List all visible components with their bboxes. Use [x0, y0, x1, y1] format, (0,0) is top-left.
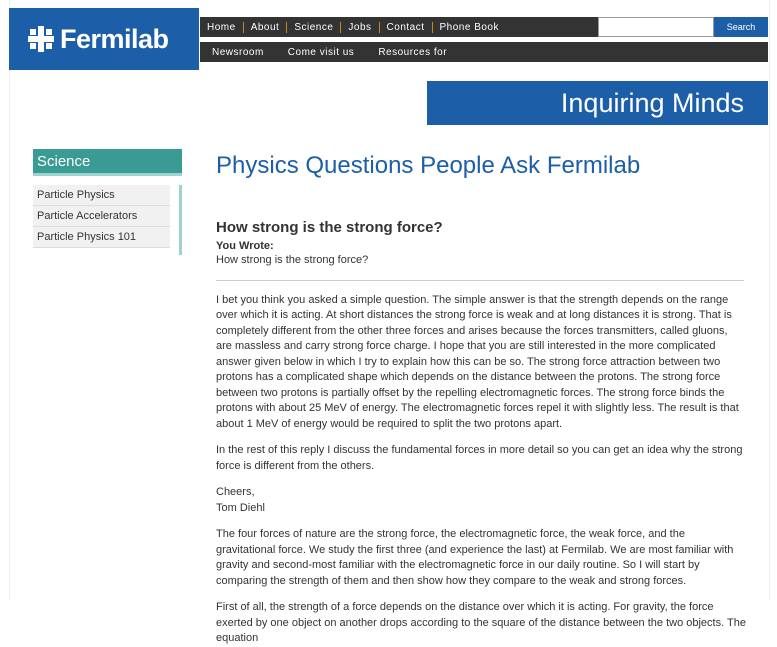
sidebar-item-particle-accelerators[interactable]: Particle Accelerators [33, 206, 170, 227]
nav-contact[interactable]: Contact [378, 21, 432, 33]
page-title: Physics Questions People Ask Fermilab [216, 152, 641, 179]
nav-science[interactable]: Science [286, 21, 340, 33]
you-wrote-label: You Wrote: [216, 239, 274, 252]
sidebar-item-particle-physics-101[interactable]: Particle Physics 101 [33, 227, 170, 248]
nav-resources-for[interactable]: Resources for [366, 47, 459, 58]
search-button[interactable]: Search [714, 17, 768, 37]
sidebar: Science Particle Physics Particle Accele… [33, 149, 182, 255]
nav-newsroom[interactable]: Newsroom [200, 47, 276, 58]
sidebar-list: Particle Physics Particle Accelerators P… [33, 185, 182, 255]
signoff-author: Tom Diehl [216, 501, 265, 514]
sidebar-item-particle-physics[interactable]: Particle Physics [33, 185, 170, 206]
answer-paragraph: In the rest of this reply I discuss the … [216, 444, 743, 472]
question-text: How strong is the strong force? [216, 253, 369, 266]
logo-text: Fermilab [60, 23, 169, 54]
sidebar-header[interactable]: Science [33, 149, 182, 176]
section-banner: Inquiring Minds [427, 81, 768, 125]
fermilab-emblem-icon [28, 26, 54, 52]
nav-about[interactable]: About [242, 21, 287, 33]
fermilab-logo[interactable]: Fermilab [9, 8, 199, 70]
answer-paragraph: The four forces of nature are the strong… [216, 528, 734, 587]
search-input[interactable] [598, 17, 714, 37]
answer-paragraph: I bet you think you asked a simple quest… [216, 293, 739, 430]
nav-home[interactable]: Home [200, 22, 243, 33]
main-content: Physics Questions People Ask Fermilab Ho… [216, 152, 746, 647]
signoff-greeting: Cheers, [216, 486, 255, 499]
secondary-nav: Newsroom Come visit us Resources for [200, 42, 768, 62]
question-title: How strong is the strong force? [216, 218, 443, 236]
answer-paragraph: First of all, the strength of a force de… [216, 601, 746, 645]
nav-come-visit-us[interactable]: Come visit us [276, 47, 367, 58]
nav-phone-book[interactable]: Phone Book [431, 21, 507, 33]
banner-title: Inquiring Minds [560, 87, 744, 118]
nav-jobs[interactable]: Jobs [340, 21, 378, 33]
signoff-cheers: Cheers, Tom Diehl [216, 485, 746, 516]
divider [216, 279, 744, 281]
